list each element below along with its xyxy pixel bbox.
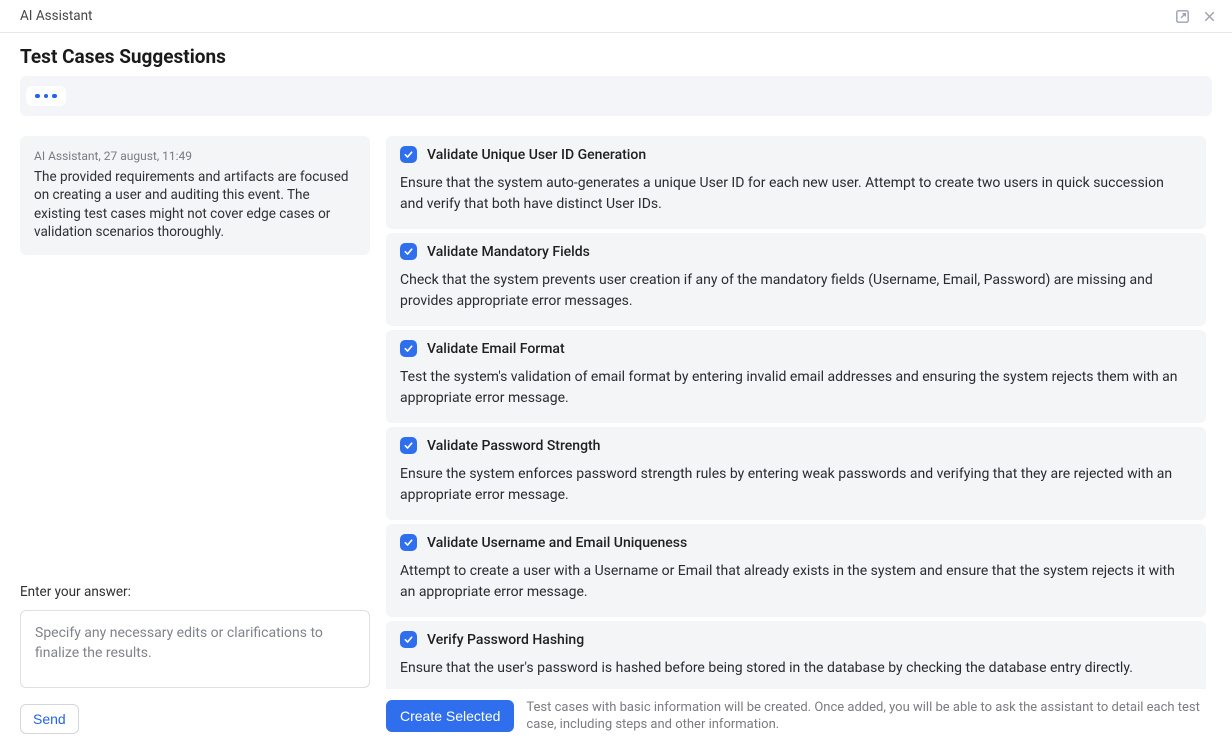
suggestion-description: Ensure the system enforces password stre… [400, 464, 1190, 506]
suggestions-footer: Create Selected Test cases with basic in… [386, 699, 1212, 734]
suggestion-head: Validate Username and Email Uniqueness [400, 534, 1190, 551]
suggestion-item: Validate Email Format Test the system's v… [386, 330, 1206, 423]
suggestion-head: Validate Email Format [400, 340, 1190, 357]
suggestion-title: Validate Username and Email Uniqueness [427, 535, 687, 551]
popout-icon[interactable] [1174, 8, 1191, 25]
suggestion-item: Validate Username and Email Uniqueness At… [386, 524, 1206, 617]
page-title: Test Cases Suggestions [20, 45, 1212, 68]
suggestion-title: Validate Password Strength [427, 438, 600, 454]
suggestion-title: Validate Email Format [427, 341, 565, 357]
suggestion-item: Validate Password Strength Ensure the sys… [386, 427, 1206, 520]
loading-dot-icon [35, 94, 40, 99]
suggestion-checkbox[interactable] [400, 340, 417, 357]
dialog-header: AI Assistant [0, 0, 1232, 33]
assistant-message-meta: AI Assistant, 27 august, 11:49 [34, 148, 356, 164]
close-icon[interactable] [1201, 8, 1218, 25]
suggestion-item: Validate Mandatory Fields Check that the … [386, 233, 1206, 326]
main-columns: AI Assistant, 27 august, 11:49 The provi… [0, 136, 1232, 734]
suggestion-checkbox[interactable] [400, 534, 417, 551]
suggestion-checkbox[interactable] [400, 243, 417, 260]
page-title-row: Test Cases Suggestions [0, 33, 1232, 76]
suggestion-head: Validate Mandatory Fields [400, 243, 1190, 260]
answer-input-label: Enter your answer: [20, 584, 370, 600]
chat-column: AI Assistant, 27 august, 11:49 The provi… [20, 136, 370, 734]
suggestion-description: Ensure that the system auto-generates a … [400, 173, 1190, 215]
send-button[interactable]: Send [20, 704, 79, 734]
header-title: AI Assistant [20, 8, 1174, 24]
loading-strip [20, 76, 1212, 116]
suggestion-description: Attempt to create a user with a Username… [400, 561, 1190, 603]
suggestion-item: Verify Password Hashing Ensure that the u… [386, 621, 1206, 689]
suggestion-checkbox[interactable] [400, 631, 417, 648]
suggestion-head: Validate Unique User ID Generation [400, 146, 1190, 163]
assistant-message: AI Assistant, 27 august, 11:49 The provi… [20, 136, 370, 255]
suggestion-title: Verify Password Hashing [427, 632, 584, 648]
create-selected-button[interactable]: Create Selected [386, 700, 514, 732]
suggestion-head: Validate Password Strength [400, 437, 1190, 454]
answer-input-area: Enter your answer: Send [20, 584, 370, 734]
footer-note: Test cases with basic information will b… [526, 699, 1212, 734]
suggestion-title: Validate Unique User ID Generation [427, 147, 646, 163]
suggestions-list[interactable]: Validate Unique User ID Generation Ensure… [386, 136, 1212, 689]
suggestion-checkbox[interactable] [400, 437, 417, 454]
suggestion-title: Validate Mandatory Fields [427, 244, 590, 260]
loading-dot-icon [44, 94, 49, 99]
suggestion-checkbox[interactable] [400, 146, 417, 163]
suggestion-head: Verify Password Hashing [400, 631, 1190, 648]
suggestion-description: Test the system's validation of email fo… [400, 367, 1190, 409]
suggestion-description: Ensure that the user's password is hashe… [400, 658, 1190, 679]
loading-chip [26, 86, 66, 107]
assistant-message-text: The provided requirements and artifacts … [34, 168, 356, 241]
header-actions [1174, 8, 1218, 25]
suggestion-description: Check that the system prevents user crea… [400, 270, 1190, 312]
suggestion-item: Validate Unique User ID Generation Ensure… [386, 136, 1206, 229]
answer-input[interactable] [20, 610, 370, 688]
suggestions-column: Validate Unique User ID Generation Ensure… [386, 136, 1212, 734]
loading-dot-icon [52, 94, 57, 99]
